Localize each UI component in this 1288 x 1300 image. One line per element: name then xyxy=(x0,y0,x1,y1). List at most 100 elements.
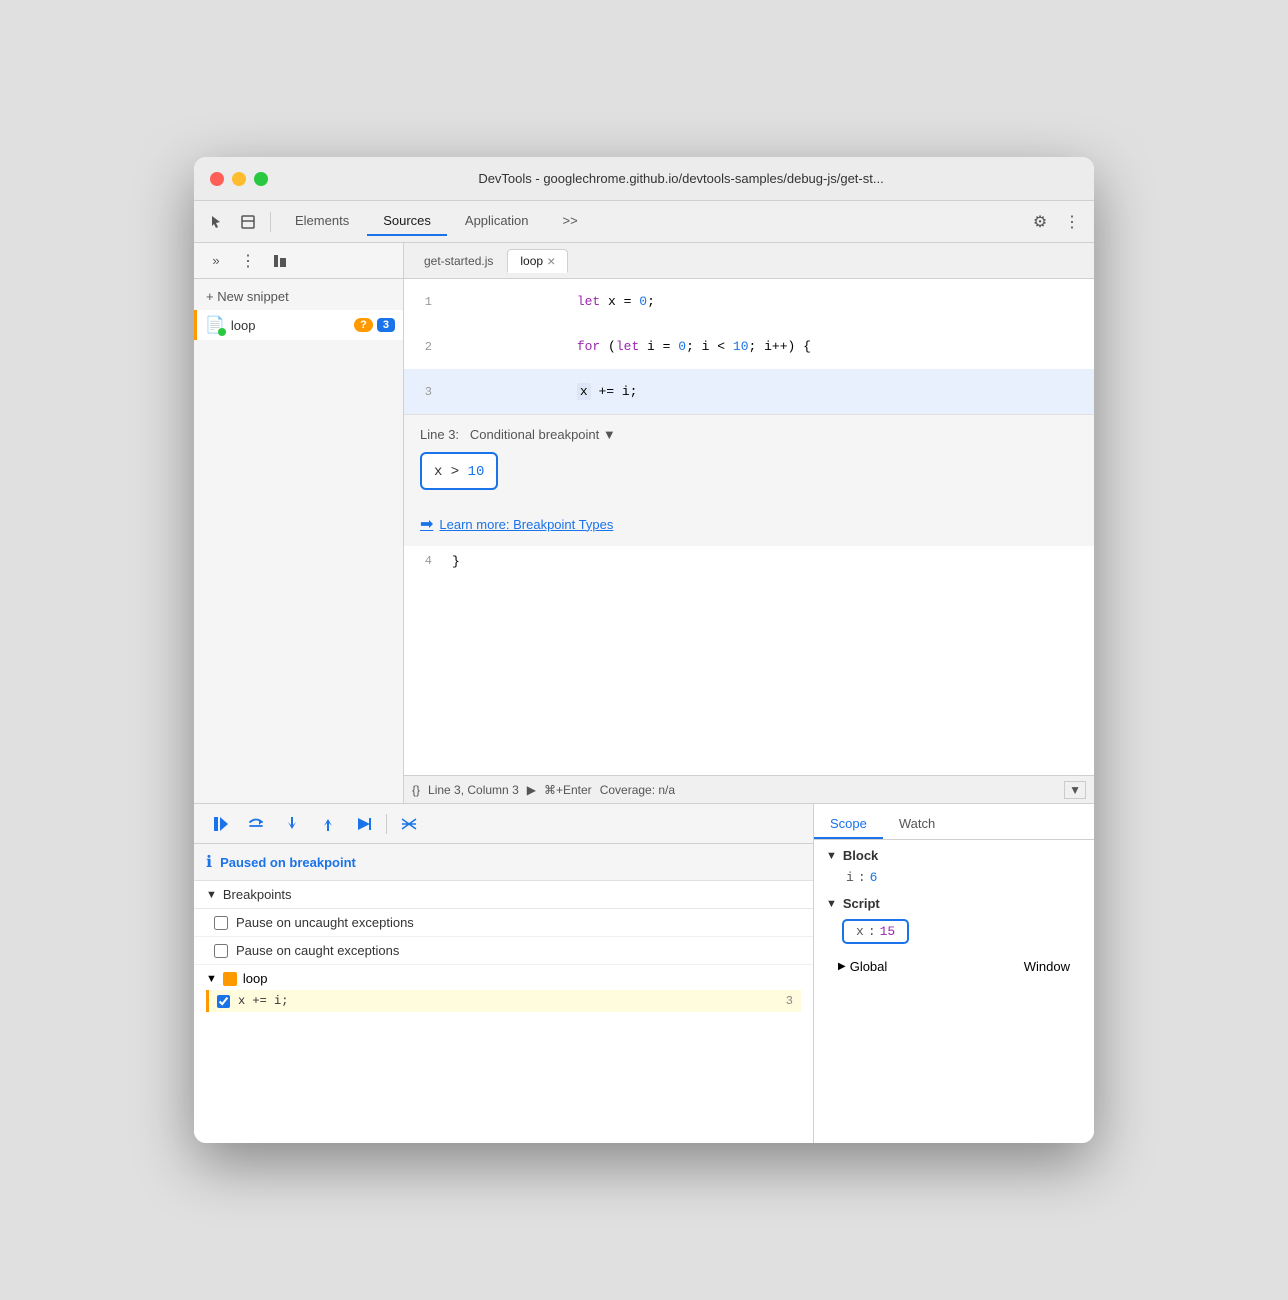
close-button[interactable] xyxy=(210,172,224,186)
scope-script-header[interactable]: ▼ Script xyxy=(826,896,1082,911)
loop-arrow: ▼ xyxy=(206,973,217,985)
step-out-button[interactable] xyxy=(314,810,342,838)
line-num-3: 3 xyxy=(404,385,444,399)
settings-icon[interactable]: ⚙ xyxy=(1026,208,1054,236)
var-i-value: 6 xyxy=(870,870,878,885)
condition-number: 10 xyxy=(468,464,485,480)
section-arrow: ▼ xyxy=(206,889,217,901)
scope-global-section: ▶ Global Window xyxy=(826,956,1082,977)
sidebar-toolbar: » ⋮ xyxy=(194,243,403,279)
line-content-3: x += i; xyxy=(444,369,1094,414)
var-x-value: 15 xyxy=(880,924,896,939)
code-lines: 1 let x = 0; 2 for (let i = 0; i < 10; i… xyxy=(404,279,1094,775)
expand-icon[interactable]: » xyxy=(202,247,230,275)
bp-checkbox[interactable] xyxy=(217,995,230,1008)
history-icon[interactable] xyxy=(266,247,294,275)
resume-button[interactable] xyxy=(206,810,234,838)
scope-script-section: ▼ Script x : 15 xyxy=(826,896,1082,948)
bp-lineno: 3 xyxy=(786,994,793,1008)
loop-icon xyxy=(223,972,237,986)
traffic-lights xyxy=(210,172,268,186)
devtools-window: DevTools - googlechrome.github.io/devtoo… xyxy=(194,157,1094,1143)
new-snippet-label: + New snippet xyxy=(206,289,289,304)
pause-uncaught-row: Pause on uncaught exceptions xyxy=(194,909,813,937)
step-into-button[interactable] xyxy=(278,810,306,838)
global-arrow: ▶ xyxy=(838,961,846,972)
step-button[interactable] xyxy=(350,810,378,838)
format-icon[interactable]: {} xyxy=(412,783,420,797)
file-tab-label-loop: loop xyxy=(520,254,543,268)
debug-divider xyxy=(386,814,387,834)
deactivate-breakpoints-button[interactable] xyxy=(395,810,423,838)
script-label: Script xyxy=(843,896,880,911)
file-tab-close-icon[interactable]: × xyxy=(547,254,555,268)
var-i-name: i xyxy=(846,870,854,885)
info-icon: ℹ xyxy=(206,852,212,872)
file-tab-label-get-started: get-started.js xyxy=(424,254,493,268)
learn-more-icon: ➡ xyxy=(420,514,433,534)
run-label: ⌘+Enter xyxy=(544,783,592,797)
editor-area: get-started.js loop × 1 let x = xyxy=(404,243,1094,803)
code-line-2: 2 for (let i = 0; i < 10; i++) { xyxy=(404,324,1094,369)
script-arrow: ▼ xyxy=(826,898,837,910)
minimize-button[interactable] xyxy=(232,172,246,186)
scope-block-header[interactable]: ▼ Block xyxy=(826,848,1082,863)
new-snippet-button[interactable]: + New snippet xyxy=(194,283,403,310)
sidebar-content: + New snippet 📄 loop ? 3 xyxy=(194,279,403,803)
green-dot xyxy=(218,328,226,336)
debug-toolbar xyxy=(194,804,813,844)
tab-more[interactable]: >> xyxy=(547,207,594,236)
snippet-icon-wrap: 📄 xyxy=(205,315,225,335)
breakpoint-input-wrap[interactable]: x > 10 xyxy=(420,452,498,490)
panel-icon[interactable] xyxy=(234,208,262,236)
block-label: Block xyxy=(843,848,878,863)
step-over-button[interactable] xyxy=(242,810,270,838)
more-icon[interactable]: ⋮ xyxy=(1058,208,1086,236)
titlebar: DevTools - googlechrome.github.io/devtoo… xyxy=(194,157,1094,201)
scope-tab-scope[interactable]: Scope xyxy=(814,810,883,839)
line-num-4: 4 xyxy=(404,554,444,568)
global-row[interactable]: ▶ Global Window xyxy=(826,956,1082,977)
breakpoints-section-header[interactable]: ▼ Breakpoints xyxy=(194,881,813,909)
main-toolbar: Elements Sources Application >> ⚙ ⋮ xyxy=(194,201,1094,243)
sidebar: » ⋮ + New snippet 📄 loop xyxy=(194,243,404,803)
code-editor: 1 let x = 0; 2 for (let i = 0; i < 10; i… xyxy=(404,279,1094,803)
block-arrow: ▼ xyxy=(826,850,837,862)
learn-more-label: Learn more: Breakpoint Types xyxy=(439,517,613,532)
file-tab-loop[interactable]: loop × xyxy=(507,249,568,273)
line-content-1: let x = 0; xyxy=(444,279,1094,324)
tab-nav: Elements Sources Application >> xyxy=(279,207,1022,236)
breakpoint-popup: Line 3: Conditional breakpoint ▼ x > 10 … xyxy=(404,414,1094,546)
cursor-icon[interactable] xyxy=(202,208,230,236)
coverage-label: Coverage: n/a xyxy=(600,783,675,797)
scope-content: ▼ Block i : 6 ▼ Script xyxy=(814,840,1094,1143)
pause-uncaught-label: Pause on uncaught exceptions xyxy=(236,915,414,930)
pause-caught-label: Pause on caught exceptions xyxy=(236,943,399,958)
more-sidebar-icon[interactable]: ⋮ xyxy=(234,247,262,275)
bp-code: x += i; xyxy=(238,994,786,1008)
pause-caught-checkbox[interactable] xyxy=(214,944,228,958)
file-tab-get-started[interactable]: get-started.js xyxy=(412,250,505,272)
var-x-name: x xyxy=(856,924,864,939)
breakpoint-header: Line 3: Conditional breakpoint ▼ xyxy=(420,427,1078,442)
snippet-lineno: 3 xyxy=(377,318,395,332)
line-content-4: } xyxy=(444,554,1094,569)
tab-application[interactable]: Application xyxy=(449,207,545,236)
loop-snippet-item[interactable]: 📄 loop ? 3 xyxy=(194,310,403,340)
scope-tab-watch[interactable]: Watch xyxy=(883,810,951,839)
code-line-3: 3 x += i; xyxy=(404,369,1094,414)
line-content-2: for (let i = 0; i < 10; i++) { xyxy=(444,324,1094,369)
divider xyxy=(270,212,271,232)
pause-uncaught-checkbox[interactable] xyxy=(214,916,228,930)
learn-more-link[interactable]: ➡ Learn more: Breakpoint Types xyxy=(420,514,1078,534)
tab-sources[interactable]: Sources xyxy=(367,207,447,236)
breakpoint-type: Conditional breakpoint ▼ xyxy=(470,427,616,442)
loop-header[interactable]: ▼ loop xyxy=(206,971,801,986)
coverage-icon[interactable]: ▼ xyxy=(1064,781,1086,799)
maximize-button[interactable] xyxy=(254,172,268,186)
toolbar-right: ⚙ ⋮ xyxy=(1026,208,1086,236)
debug-left-panel: ℹ Paused on breakpoint ▼ Breakpoints Pau… xyxy=(194,804,814,1143)
tab-elements[interactable]: Elements xyxy=(279,207,365,236)
scope-var-i: i : 6 xyxy=(826,867,1082,888)
window-title: DevTools - googlechrome.github.io/devtoo… xyxy=(284,171,1078,186)
